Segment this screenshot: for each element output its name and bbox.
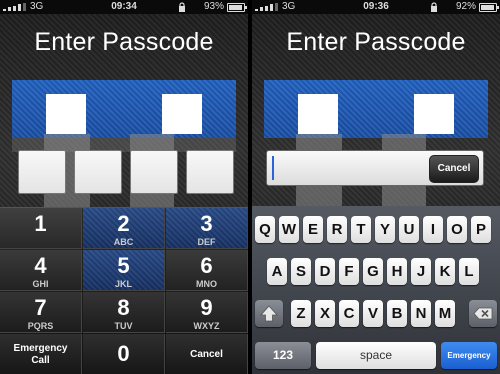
key-s[interactable]: S: [291, 258, 311, 285]
key-letters: GHI: [32, 279, 49, 289]
key-h[interactable]: H: [387, 258, 407, 285]
key-digit: 3: [200, 211, 213, 236]
key-d[interactable]: D: [315, 258, 335, 285]
key-letters: MNO: [196, 279, 217, 289]
key-g[interactable]: G: [363, 258, 383, 285]
key-b[interactable]: B: [387, 300, 407, 327]
space-key[interactable]: space: [316, 342, 436, 369]
key-o[interactable]: O: [447, 216, 467, 243]
wallpaper-block: [162, 94, 202, 134]
key-letters: WXYZ: [193, 321, 220, 331]
key-p[interactable]: P: [471, 216, 491, 243]
delete-key[interactable]: [469, 300, 497, 327]
key-2[interactable]: 2 ABC: [83, 208, 165, 249]
key-n[interactable]: N: [411, 300, 431, 327]
key-z[interactable]: Z: [291, 300, 311, 327]
wallpaper-block: [298, 94, 338, 134]
key-8[interactable]: 8 TUV: [83, 292, 165, 333]
key-j[interactable]: J: [411, 258, 431, 285]
key-m[interactable]: M: [435, 300, 455, 327]
emergency-call-button[interactable]: Emergency Call: [441, 342, 497, 369]
key-letters: TUV: [114, 321, 133, 331]
lock-icon: [431, 2, 437, 12]
text-cursor: [272, 156, 274, 180]
key-letters: JKL: [114, 279, 132, 289]
key-4[interactable]: 4 GHI: [0, 250, 82, 291]
key-u[interactable]: U: [399, 216, 419, 243]
key-w[interactable]: W: [279, 216, 299, 243]
status-bar: 3G 09:34 93%: [0, 0, 248, 14]
wallpaper-block: [46, 94, 86, 134]
lock-icon: [179, 2, 185, 12]
key-y[interactable]: Y: [375, 216, 395, 243]
page-title: Enter Passcode: [286, 28, 466, 56]
key-f[interactable]: F: [339, 258, 359, 285]
key-6[interactable]: 6 MNO: [166, 250, 248, 291]
wallpaper-block: [414, 94, 454, 134]
key-digit: 0: [117, 341, 130, 366]
key-digit: 8: [117, 295, 130, 320]
key-x[interactable]: X: [315, 300, 335, 327]
key-l[interactable]: L: [459, 258, 479, 285]
shift-key[interactable]: [255, 300, 283, 327]
key-1[interactable]: 1: [0, 208, 82, 249]
key-letters: PQRS: [27, 321, 54, 331]
key-0[interactable]: 0: [83, 334, 165, 374]
cancel-button[interactable]: Cancel: [166, 334, 248, 374]
key-9[interactable]: 9 WXYZ: [166, 292, 248, 333]
numbers-key[interactable]: 123: [255, 342, 311, 369]
key-c[interactable]: C: [339, 300, 359, 327]
numeric-keypad: 1 2 ABC 3 DEF 4 GHI 5 JKL 6 MNO 7 PQRS 8: [0, 207, 248, 374]
shift-arrow-icon: [260, 305, 278, 322]
passcode-digit-box: [186, 150, 234, 194]
key-a[interactable]: A: [267, 258, 287, 285]
numeric-passcode-screen: 3G 09:34 93% Enter Passcode 1 2 ABC 3 DE…: [0, 0, 248, 374]
key-digit: 2: [117, 211, 130, 236]
key-digit: 1: [34, 211, 47, 236]
key-t[interactable]: T: [351, 216, 371, 243]
key-v[interactable]: V: [363, 300, 383, 327]
key-r[interactable]: R: [327, 216, 347, 243]
key-3[interactable]: 3 DEF: [166, 208, 248, 249]
key-digit: 5: [117, 253, 130, 278]
battery-percentage: 93%: [203, 1, 224, 12]
key-digit: 7: [34, 295, 47, 320]
key-k[interactable]: K: [435, 258, 455, 285]
battery-percentage: 92%: [455, 1, 476, 12]
cancel-button[interactable]: Cancel: [429, 155, 479, 183]
key-digit: 6: [200, 253, 213, 278]
alphanumeric-passcode-screen: 3G 09:36 92% Enter Passcode Cancel Q W E…: [252, 0, 500, 374]
passcode-digit-box: [18, 150, 66, 194]
passcode-input[interactable]: Cancel: [266, 150, 484, 186]
backspace-icon: [473, 307, 493, 320]
key-letters: DEF: [197, 237, 216, 247]
key-letters: ABC: [113, 237, 134, 247]
emergency-call-button[interactable]: Emergency Call: [0, 334, 82, 374]
battery-icon: [479, 3, 499, 12]
page-title: Enter Passcode: [34, 28, 214, 56]
key-7[interactable]: 7 PQRS: [0, 292, 82, 333]
key-digit: 4: [34, 253, 47, 278]
keyboard: Q W E R T Y U I O P A S D F G H J K L Z …: [252, 206, 500, 374]
passcode-digit-box: [74, 150, 122, 194]
key-5[interactable]: 5 JKL: [83, 250, 165, 291]
passcode-digit-box: [130, 150, 178, 194]
battery-icon: [227, 3, 247, 12]
key-e[interactable]: E: [303, 216, 323, 243]
status-bar: 3G 09:36 92%: [252, 0, 500, 14]
key-digit: 9: [200, 295, 213, 320]
key-i[interactable]: I: [423, 216, 443, 243]
key-q[interactable]: Q: [255, 216, 275, 243]
